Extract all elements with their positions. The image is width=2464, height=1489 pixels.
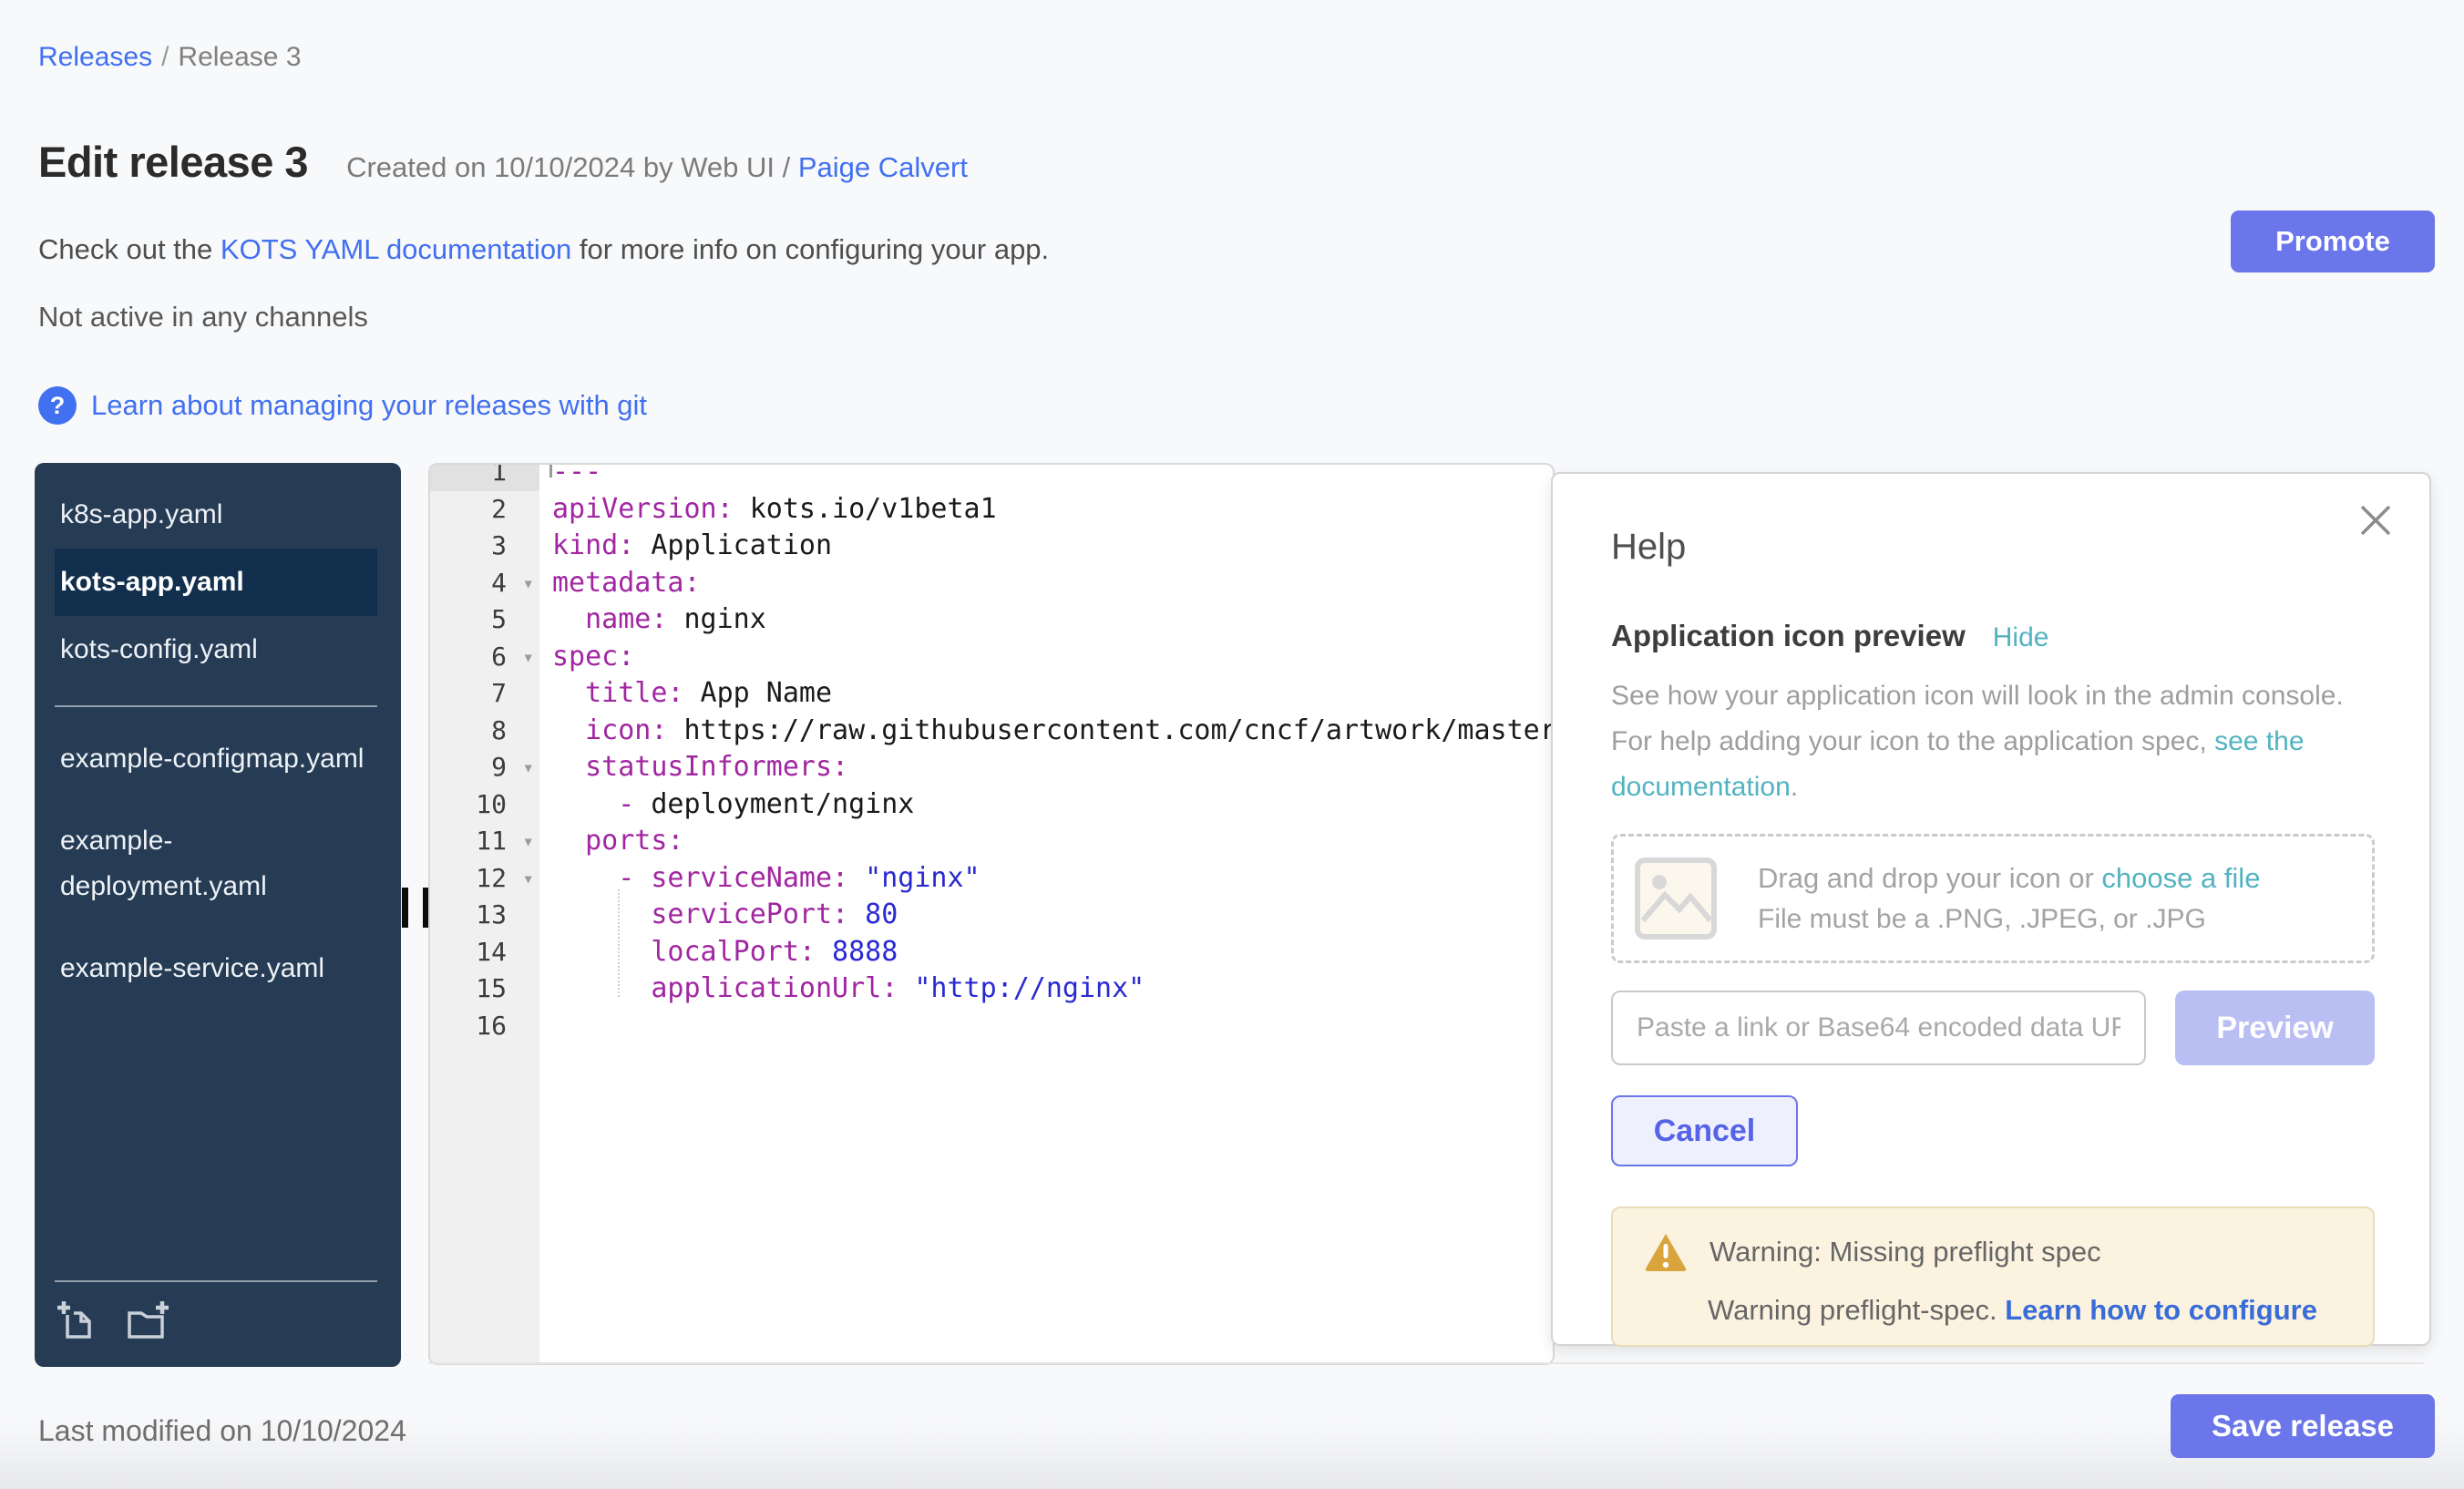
fold-toggle-icon[interactable]: ▾	[522, 860, 534, 898]
file-item-example-configmap-yaml[interactable]: example-configmap.yaml	[55, 718, 377, 800]
fold-toggle-icon[interactable]: ▾	[522, 823, 534, 860]
hide-link[interactable]: Hide	[1993, 622, 2049, 653]
docs-text: Check out the KOTS YAML documentation fo…	[38, 233, 1049, 266]
indent-guide	[618, 889, 620, 997]
warning-body: Warning preflight-spec. Learn how to con…	[1708, 1294, 2346, 1327]
file-item-k8s-app-yaml[interactable]: k8s-app.yaml	[55, 481, 377, 549]
help-title: Help	[1611, 527, 2375, 568]
code-line[interactable]: localPort: 8888	[552, 934, 1553, 971]
line-number: 6▾	[430, 639, 539, 676]
dropzone-prefix: Drag and drop your icon or	[1758, 862, 2101, 894]
code-line[interactable]: - serviceName: "nginx"	[552, 860, 1553, 898]
docs-suffix: for more info on configuring your app.	[571, 233, 1049, 265]
warning-title: Warning: Missing preflight spec	[1709, 1236, 2101, 1268]
author-link[interactable]: Paige Calvert	[798, 151, 968, 183]
line-number: 16	[430, 1008, 539, 1045]
line-number: 11▾	[430, 823, 539, 860]
code-line[interactable]: kind: Application	[552, 528, 1553, 565]
created-prefix: Created on 10/10/2024 by Web UI /	[346, 151, 790, 183]
file-tree-divider	[55, 705, 377, 707]
text-cursor	[549, 465, 552, 478]
channel-status: Not active in any channels	[38, 301, 368, 334]
warning-triangle-icon	[1644, 1232, 1688, 1272]
dropzone-hint: File must be a .PNG, .JPEG, or .JPG	[1758, 904, 2260, 935]
code-line[interactable]: servicePort: 80	[552, 897, 1553, 934]
line-number: 12▾	[430, 860, 539, 898]
new-folder-button[interactable]	[124, 1297, 171, 1343]
code-line[interactable]: name: nginx	[552, 601, 1553, 639]
breadcrumb-current: Release 3	[178, 42, 301, 72]
fold-toggle-icon[interactable]: ▾	[522, 565, 534, 602]
file-item-example-deployment-yaml[interactable]: example-deployment.yaml	[55, 800, 377, 928]
icon-url-input[interactable]	[1611, 991, 2146, 1065]
editor-gutter: 1234▾56▾789▾1011▾12▾13141516	[430, 465, 539, 1363]
code-line[interactable]	[552, 1008, 1553, 1045]
code-line[interactable]: ports:	[552, 823, 1553, 860]
footer-divider	[428, 1362, 2424, 1364]
dropzone-text: Drag and drop your icon or choose a file	[1758, 862, 2260, 895]
line-number: 2	[430, 491, 539, 529]
line-number: 10	[430, 786, 539, 824]
line-number: 7	[430, 675, 539, 713]
docs-prefix: Check out the	[38, 233, 221, 265]
warning-body-prefix: Warning preflight-spec.	[1708, 1294, 2005, 1326]
git-releases-link[interactable]: Learn about managing your releases with …	[91, 389, 647, 422]
new-file-button[interactable]	[55, 1297, 98, 1343]
editor-code-area[interactable]: ---apiVersion: kots.io/v1beta1kind: Appl…	[539, 465, 1553, 1363]
breadcrumb-releases-link[interactable]: Releases	[38, 42, 152, 72]
pane-resize-handle-left[interactable]	[402, 888, 429, 928]
icon-preview-description: See how your application icon will look …	[1611, 673, 2375, 810]
code-line[interactable]: icon: https://raw.githubusercontent.com/…	[552, 713, 1553, 750]
choose-file-link[interactable]: choose a file	[2101, 862, 2260, 894]
fold-toggle-icon[interactable]: ▾	[522, 639, 534, 676]
code-line[interactable]: applicationUrl: "http://nginx"	[552, 970, 1553, 1008]
line-number: 15	[430, 970, 539, 1008]
line-number: 13	[430, 897, 539, 934]
last-modified-text: Last modified on 10/10/2024	[38, 1414, 406, 1448]
line-number: 8	[430, 713, 539, 750]
file-tree-sidebar: k8s-app.yamlkots-app.yamlkots-config.yam…	[35, 463, 401, 1367]
close-button[interactable]	[2356, 501, 2395, 542]
code-line[interactable]: apiVersion: kots.io/v1beta1	[552, 491, 1553, 529]
line-number: 4▾	[430, 565, 539, 602]
preflight-warning: Warning: Missing preflight spec Warning …	[1611, 1207, 2375, 1347]
page-title: Edit release 3	[38, 137, 308, 187]
file-tree-actions	[55, 1280, 377, 1343]
save-release-button[interactable]: Save release	[2171, 1394, 2435, 1458]
code-line[interactable]: ---	[552, 465, 1553, 491]
code-line[interactable]: metadata:	[552, 565, 1553, 602]
question-circle-icon: ?	[38, 386, 77, 425]
preview-button[interactable]: Preview	[2175, 991, 2375, 1065]
kots-yaml-docs-link[interactable]: KOTS YAML documentation	[221, 233, 571, 265]
image-placeholder-icon	[1634, 857, 1718, 940]
cancel-button[interactable]: Cancel	[1611, 1095, 1798, 1166]
file-item-kots-config-yaml[interactable]: kots-config.yaml	[55, 616, 377, 683]
close-icon	[2356, 501, 2395, 539]
icon-dropzone[interactable]: Drag and drop your icon or choose a file…	[1611, 834, 2375, 963]
line-number: 9▾	[430, 749, 539, 786]
breadcrumb: Releases / Release 3	[38, 42, 302, 73]
code-line[interactable]: spec:	[552, 639, 1553, 676]
file-item-example-service-yaml[interactable]: example-service.yaml	[55, 928, 377, 1010]
line-number: 5	[430, 601, 539, 639]
yaml-editor[interactable]: 1234▾56▾789▾1011▾12▾13141516 ---apiVersi…	[428, 463, 1555, 1365]
folder-plus-icon	[124, 1297, 171, 1340]
help-panel: Help Application icon preview Hide See h…	[1551, 472, 2431, 1346]
code-line[interactable]: statusInformers:	[552, 749, 1553, 786]
breadcrumb-separator: /	[161, 42, 169, 72]
file-item-kots-app-yaml[interactable]: kots-app.yaml	[55, 549, 377, 616]
file-plus-icon	[55, 1297, 98, 1340]
desc-suffix: .	[1791, 772, 1798, 802]
created-text: Created on 10/10/2024 by Web UI / Paige …	[346, 151, 968, 184]
warning-configure-link[interactable]: Learn how to configure	[2005, 1294, 2317, 1326]
code-line[interactable]: title: App Name	[552, 675, 1553, 713]
line-number: 14	[430, 934, 539, 971]
code-line[interactable]: - deployment/nginx	[552, 786, 1553, 824]
line-number: 1	[430, 463, 539, 491]
line-number: 3	[430, 528, 539, 565]
fold-toggle-icon[interactable]: ▾	[522, 749, 534, 786]
promote-button[interactable]: Promote	[2231, 211, 2435, 272]
icon-preview-title: Application icon preview	[1611, 619, 1966, 653]
